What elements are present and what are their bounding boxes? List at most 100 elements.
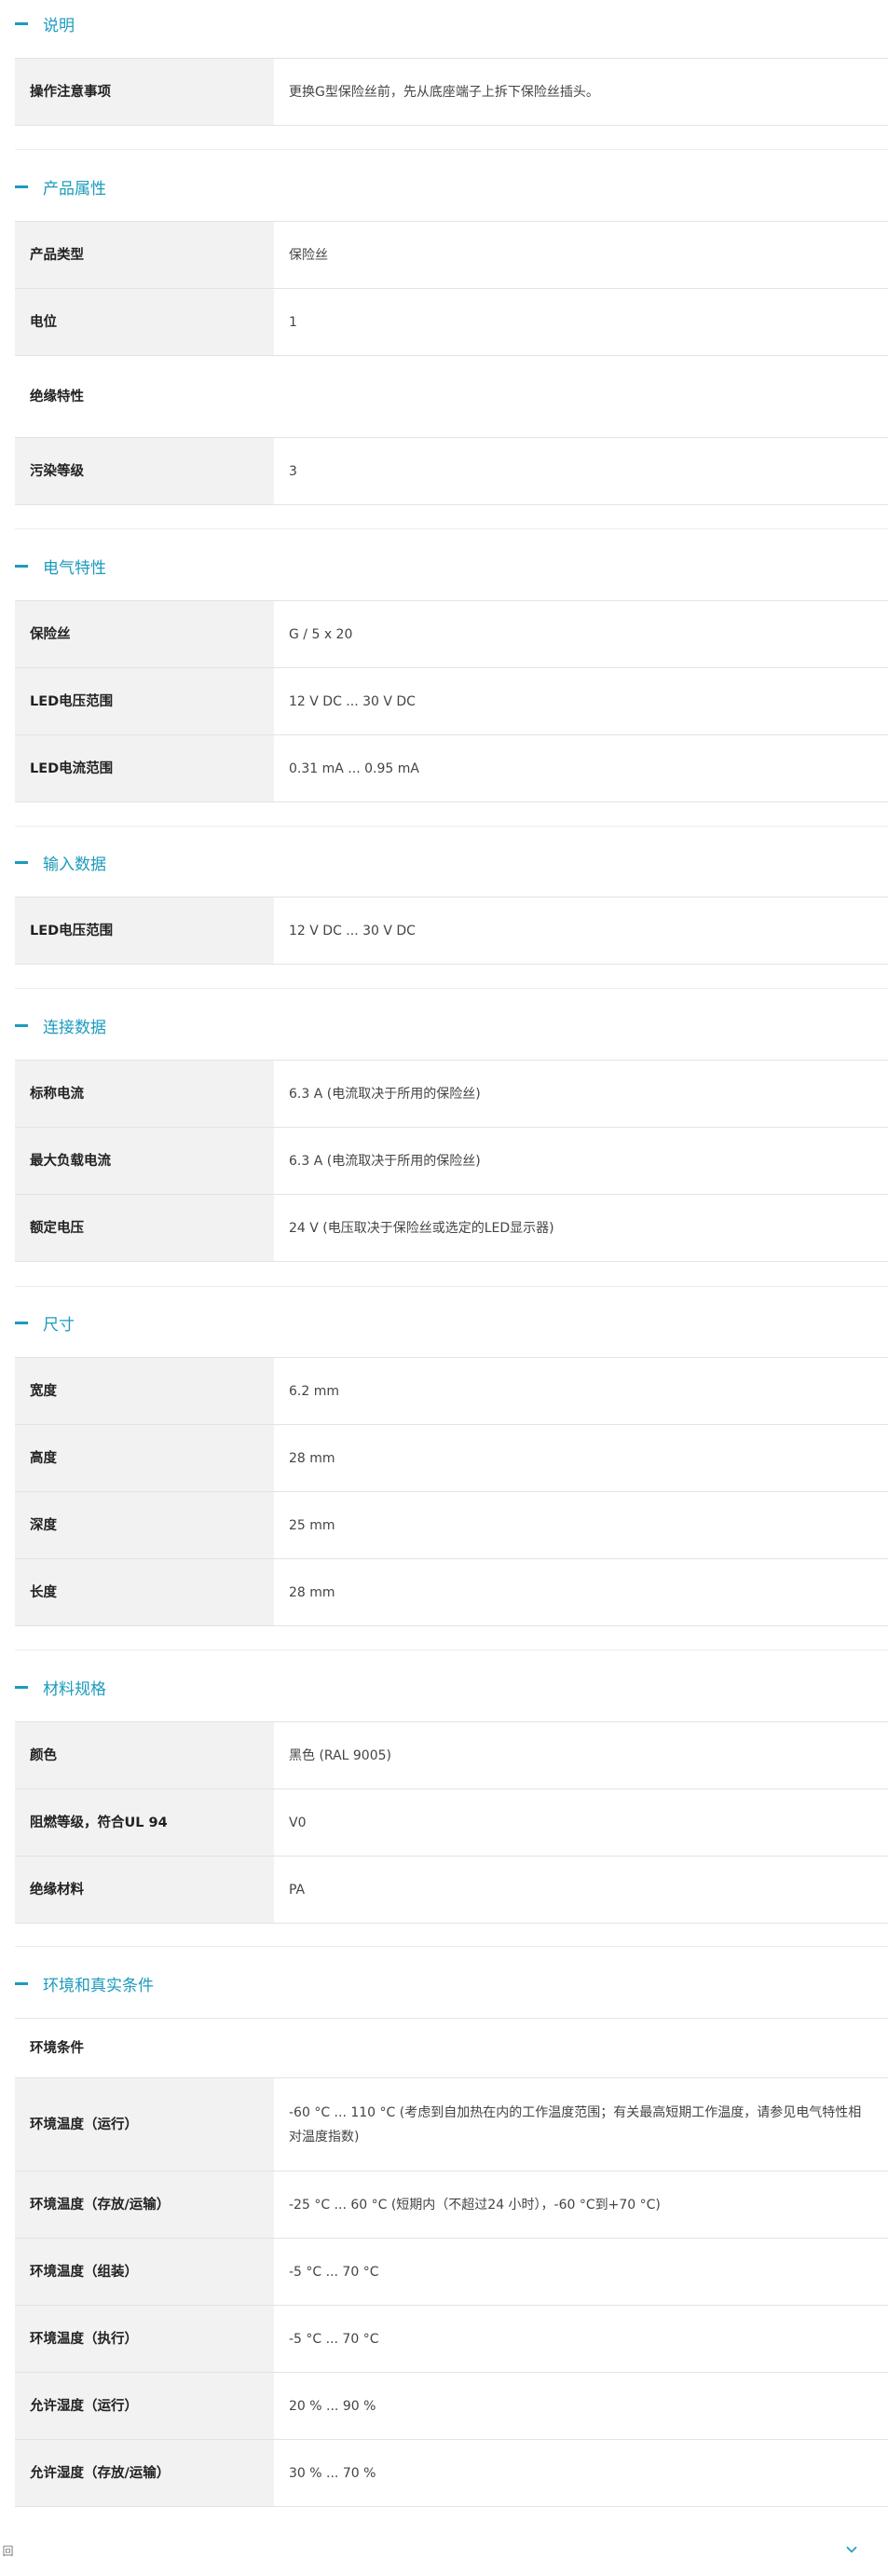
row-label: 环境温度（组装） xyxy=(15,2238,274,2306)
row-value: 黑色 (RAL 9005) xyxy=(274,1721,888,1789)
section-title: 材料规格 xyxy=(43,1679,106,1699)
row-label: 绝缘材料 xyxy=(15,1856,274,1924)
chevron-down-icon[interactable] xyxy=(845,2543,858,2556)
table-row: 允许湿度（运行） 20 % ... 90 % xyxy=(15,2372,888,2440)
row-value: 6.3 A (电流取决于所用的保险丝) xyxy=(274,1127,888,1195)
row-value: 30 % ... 70 % xyxy=(274,2439,888,2507)
input-data-table: LED电压范围 12 V DC ... 30 V DC xyxy=(15,897,888,965)
row-value: -25 °C ... 60 °C (短期内（不超过24 小时），-60 °C到+… xyxy=(274,2171,888,2239)
table-row: LED电压范围 12 V DC ... 30 V DC xyxy=(15,667,888,735)
row-label: 宽度 xyxy=(15,1357,274,1425)
row-label: 产品类型 xyxy=(15,221,274,289)
table-row: 环境温度（组装） -5 °C ... 70 °C xyxy=(15,2238,888,2306)
row-value: 3 xyxy=(274,437,888,505)
section-divider xyxy=(15,1650,888,1651)
description-table: 操作注意事项 更换G型保险丝前，先从底座端子上拆下保险丝插头。 xyxy=(15,58,888,126)
table-row: 颜色 黑色 (RAL 9005) xyxy=(15,1721,888,1789)
environment-table: 环境条件 环境温度（运行） -60 °C ... 110 °C (考虑到自加热在… xyxy=(15,2018,888,2507)
table-row: 宽度 6.2 mm xyxy=(15,1357,888,1425)
collapse-minus-icon[interactable] xyxy=(15,1685,28,1689)
row-value: V0 xyxy=(274,1788,888,1857)
row-value: 28 mm xyxy=(274,1558,888,1626)
row-value: 20 % ... 90 % xyxy=(274,2372,888,2440)
table-row: 长度 28 mm xyxy=(15,1558,888,1626)
row-label: 污染等级 xyxy=(15,437,274,505)
row-label: 最大负载电流 xyxy=(15,1127,274,1195)
row-label: 操作注意事项 xyxy=(15,58,274,126)
table-row: 环境温度（存放/运输） -25 °C ... 60 °C (短期内（不超过24 … xyxy=(15,2171,888,2239)
row-label: 允许湿度（存放/运输） xyxy=(15,2439,274,2507)
collapse-minus-icon[interactable] xyxy=(15,1321,28,1324)
row-value: 更换G型保险丝前，先从底座端子上拆下保险丝插头。 xyxy=(274,58,888,126)
section-header-materials[interactable]: 材料规格 xyxy=(0,1664,888,1710)
section-divider xyxy=(15,149,888,150)
section-title: 环境和真实条件 xyxy=(43,1976,154,1995)
collapse-minus-icon[interactable] xyxy=(15,1023,28,1027)
section-divider xyxy=(15,988,888,989)
collapse-minus-icon[interactable] xyxy=(15,1981,28,1985)
row-label: 高度 xyxy=(15,1424,274,1492)
section-header-product-properties[interactable]: 产品属性 xyxy=(0,163,888,210)
table-row: 电位 1 xyxy=(15,288,888,356)
row-value: PA xyxy=(274,1856,888,1924)
collapse-minus-icon[interactable] xyxy=(15,21,28,25)
collapse-minus-icon[interactable] xyxy=(15,185,28,188)
section-title: 连接数据 xyxy=(43,1018,106,1037)
section-divider xyxy=(15,826,888,827)
row-value: 28 mm xyxy=(274,1424,888,1492)
table-row: 允许湿度（存放/运输） 30 % ... 70 % xyxy=(15,2439,888,2507)
insulation-subheading-row: 绝缘特性 xyxy=(15,355,888,438)
environment-subheading-row: 环境条件 xyxy=(15,2018,888,2078)
table-row: 阻燃等级，符合UL 94 V0 xyxy=(15,1788,888,1857)
collapse-minus-icon[interactable] xyxy=(15,564,28,568)
row-label: 额定电压 xyxy=(15,1194,274,1262)
row-value: 12 V DC ... 30 V DC xyxy=(274,667,888,735)
section-title: 产品属性 xyxy=(43,179,106,199)
section-header-environment[interactable]: 环境和真实条件 xyxy=(0,1960,888,2007)
table-row: 环境温度（执行） -5 °C ... 70 °C xyxy=(15,2305,888,2373)
row-label: 环境温度（运行） xyxy=(15,2077,274,2172)
footer-bar: 回 xyxy=(0,2540,888,2576)
collapse-minus-icon[interactable] xyxy=(15,860,28,864)
row-value: G / 5 x 20 xyxy=(274,600,888,668)
section-title: 尺寸 xyxy=(43,1315,75,1335)
table-row: 高度 28 mm xyxy=(15,1424,888,1492)
section-divider xyxy=(15,1286,888,1287)
table-row: 产品类型 保险丝 xyxy=(15,221,888,289)
row-label: 标称电流 xyxy=(15,1060,274,1128)
section-header-description[interactable]: 说明 xyxy=(0,0,888,47)
section-header-connection-data[interactable]: 连接数据 xyxy=(0,1002,888,1048)
table-row: 绝缘材料 PA xyxy=(15,1856,888,1924)
table-row: 额定电压 24 V (电压取决于保险丝或选定的LED显示器) xyxy=(15,1194,888,1262)
row-value: 6.3 A (电流取决于所用的保险丝) xyxy=(274,1060,888,1128)
table-row: 环境温度（运行） -60 °C ... 110 °C (考虑到自加热在内的工作温… xyxy=(15,2077,888,2172)
table-row: 深度 25 mm xyxy=(15,1491,888,1559)
section-header-input-data[interactable]: 输入数据 xyxy=(0,839,888,885)
table-row: 标称电流 6.3 A (电流取决于所用的保险丝) xyxy=(15,1060,888,1128)
row-label: LED电压范围 xyxy=(15,897,274,965)
row-value: 24 V (电压取决于保险丝或选定的LED显示器) xyxy=(274,1194,888,1262)
subheading: 环境条件 xyxy=(15,2018,888,2078)
row-value: 6.2 mm xyxy=(274,1357,888,1425)
row-value: -60 °C ... 110 °C (考虑到自加热在内的工作温度范围；有关最高短… xyxy=(274,2077,888,2172)
row-label: 颜色 xyxy=(15,1721,274,1789)
row-value: -5 °C ... 70 °C xyxy=(274,2305,888,2373)
row-value: -5 °C ... 70 °C xyxy=(274,2238,888,2306)
dimensions-table: 宽度 6.2 mm 高度 28 mm 深度 25 mm 长度 28 mm xyxy=(15,1357,888,1626)
section-header-electrical[interactable]: 电气特性 xyxy=(0,542,888,589)
section-header-dimensions[interactable]: 尺寸 xyxy=(0,1299,888,1346)
row-label: 电位 xyxy=(15,288,274,356)
table-row: LED电流范围 0.31 mA ... 0.95 mA xyxy=(15,734,888,802)
row-label: 长度 xyxy=(15,1558,274,1626)
table-row: LED电压范围 12 V DC ... 30 V DC xyxy=(15,897,888,965)
section-title: 输入数据 xyxy=(43,855,106,874)
section-divider xyxy=(15,1946,888,1947)
row-label: 允许湿度（运行） xyxy=(15,2372,274,2440)
row-value: 25 mm xyxy=(274,1491,888,1559)
row-value: 0.31 mA ... 0.95 mA xyxy=(274,734,888,802)
row-label: 阻燃等级，符合UL 94 xyxy=(15,1788,274,1857)
row-label: LED电压范围 xyxy=(15,667,274,735)
row-label: LED电流范围 xyxy=(15,734,274,802)
section-title: 电气特性 xyxy=(43,558,106,578)
row-value: 12 V DC ... 30 V DC xyxy=(274,897,888,965)
